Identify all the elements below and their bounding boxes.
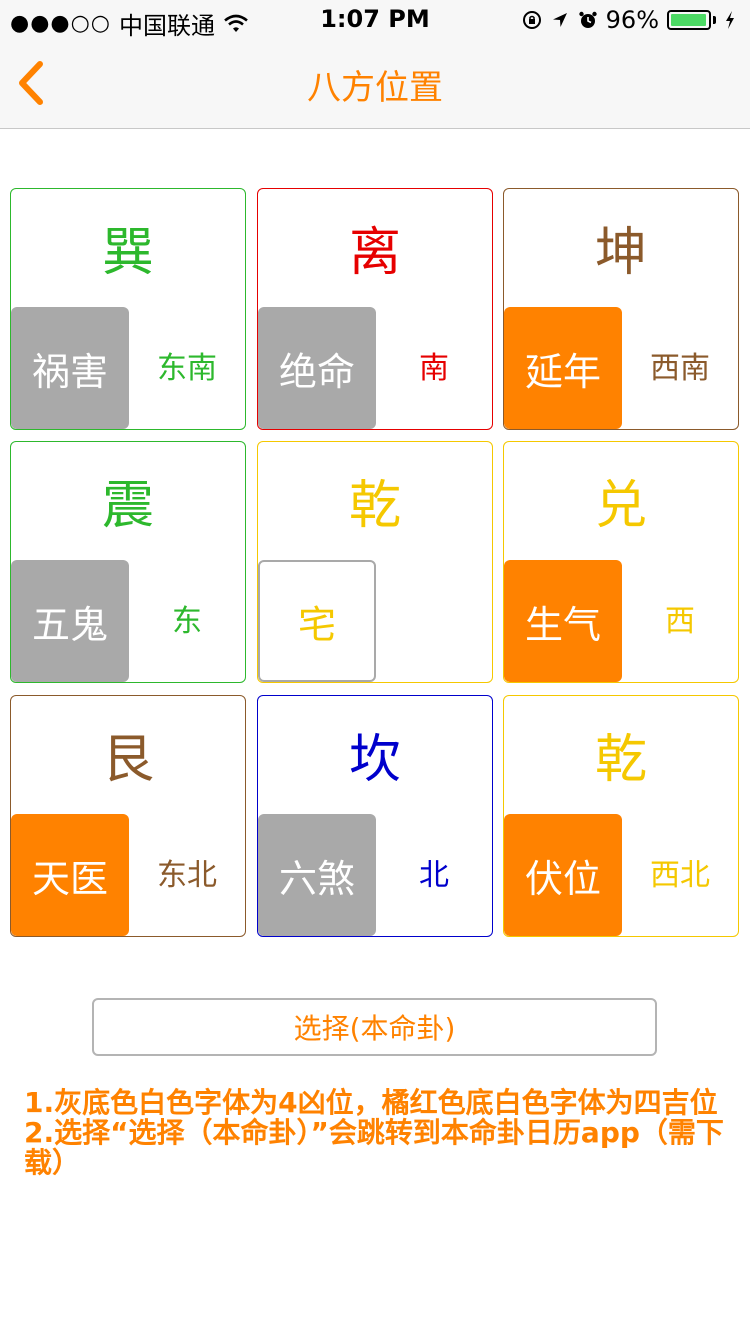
direction-cell-northwest[interactable]: 乾 伏位 西北	[503, 695, 739, 937]
direction-cell-north[interactable]: 坎 六煞 北	[257, 695, 493, 937]
alarm-clock-icon	[578, 11, 597, 28]
select-life-trigram-button[interactable]: 选择(本命卦)	[92, 998, 657, 1056]
direction-label: 东	[172, 604, 202, 639]
direction-label: 东北	[157, 858, 217, 893]
trigram-label: 坤	[594, 223, 647, 283]
trigram-label: 震	[101, 476, 154, 536]
star-position-badge: 宅	[258, 560, 376, 682]
star-position-badge: 五鬼	[11, 560, 129, 682]
star-position-badge: 伏位	[504, 814, 622, 936]
direction-cell-southeast[interactable]: 巽 祸害 东南	[10, 188, 246, 430]
instruction-line-1: 1.灰底色白色字体为4凶位，橘红色底白色字体为四吉位	[24, 1086, 718, 1119]
eight-directions-grid: 巽 祸害 东南 离 绝命 南 坤 延年 西南 震 五鬼 东 乾 宅 兑 生气 西…	[10, 188, 740, 938]
direction-label: 西南	[650, 351, 710, 386]
trigram-label: 离	[348, 223, 401, 283]
instruction-line-2: 2.选择“选择（本命卦）”会跳转到本命卦日历app（需下载）	[24, 1116, 724, 1179]
battery-percent: 96%	[605, 6, 659, 34]
star-position-badge: 绝命	[258, 307, 376, 429]
trigram-label: 坎	[348, 730, 401, 790]
status-bar: ●●●○○ 中国联通 1:07 PM 96%	[0, 0, 750, 40]
trigram-label: 乾	[594, 730, 647, 790]
battery-cap	[713, 16, 716, 24]
trigram-label: 巽	[101, 223, 154, 283]
star-position-badge: 六煞	[258, 814, 376, 936]
direction-cell-south[interactable]: 离 绝命 南	[257, 188, 493, 430]
direction-label: 西北	[650, 858, 710, 893]
star-position-badge: 天医	[11, 814, 129, 936]
direction-cell-center[interactable]: 乾 宅	[257, 441, 493, 683]
direction-label: 北	[419, 858, 449, 893]
star-position-badge: 延年	[504, 307, 622, 429]
instructions-text: 1.灰底色白色字体为4凶位，橘红色底白色字体为四吉位 2.选择“选择（本命卦）”…	[24, 1088, 730, 1178]
battery-level-fill	[671, 14, 706, 26]
direction-label: 南	[419, 351, 449, 386]
trigram-label: 兑	[594, 476, 647, 536]
star-position-badge: 祸害	[11, 307, 129, 429]
rotation-lock-icon	[522, 11, 541, 29]
location-arrow-icon	[552, 13, 567, 27]
charging-bolt-icon	[726, 11, 734, 29]
trigram-label: 乾	[348, 476, 401, 536]
status-right: 96%	[522, 6, 736, 34]
star-position-badge: 生气	[504, 560, 622, 682]
direction-label: 东南	[157, 351, 217, 386]
direction-cell-west[interactable]: 兑 生气 西	[503, 441, 739, 683]
direction-cell-east[interactable]: 震 五鬼 东	[10, 441, 246, 683]
trigram-label: 艮	[101, 730, 154, 790]
direction-cell-southwest[interactable]: 坤 延年 西南	[503, 188, 739, 430]
navigation-bar: 八方位置	[0, 40, 750, 129]
battery-icon	[667, 10, 711, 30]
page-title: 八方位置	[307, 68, 443, 108]
direction-cell-northeast[interactable]: 艮 天医 东北	[10, 695, 246, 937]
direction-label: 西	[665, 604, 695, 639]
